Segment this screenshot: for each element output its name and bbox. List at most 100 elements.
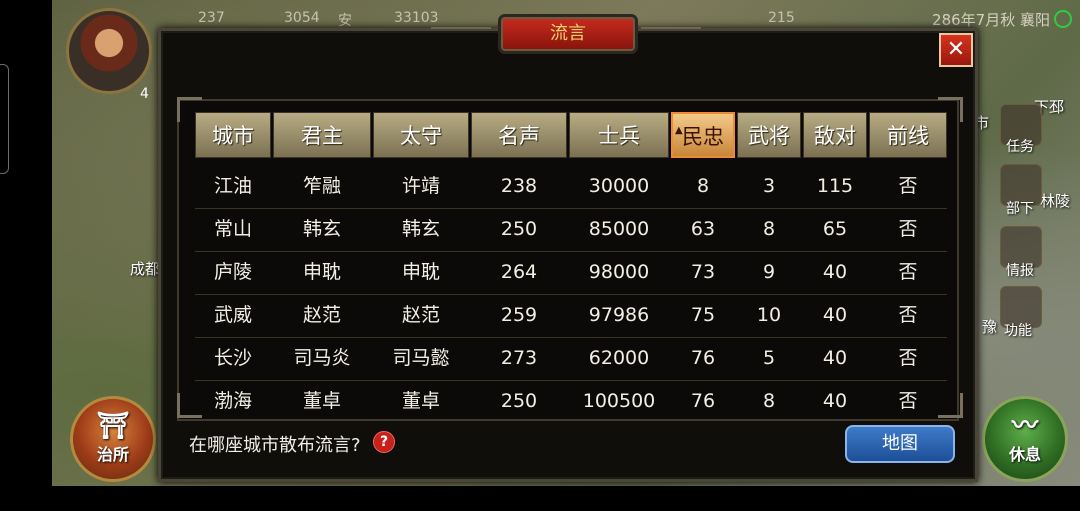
column-header[interactable]: 名声: [471, 112, 567, 158]
close-button[interactable]: ✕: [939, 33, 973, 67]
table-cell: 申耽: [302, 261, 341, 283]
table-cell: 75: [690, 304, 716, 326]
table-cell: 韩玄: [401, 218, 440, 240]
table-cell: 40: [822, 304, 848, 326]
table-cell: 5: [762, 347, 776, 369]
table-cell: 否: [898, 304, 918, 326]
rumor-dialog: 流言 ✕ 城市 君主 太守 名声 士兵 民忠 ▲ 武将 敌对 前线 江油 笮融 许靖 238 30000 8…: [158, 17, 978, 482]
table-cell: 否: [898, 347, 918, 369]
connection-icon: [1054, 10, 1072, 28]
table-cell: 司马炎: [293, 347, 351, 369]
column-header[interactable]: 君主: [273, 112, 371, 158]
table-cell: 赵范: [401, 304, 440, 326]
side-menu-subordinates[interactable]: 部下: [1006, 198, 1034, 218]
table-cell: 250: [500, 390, 538, 411]
table-cell: 许靖: [401, 175, 440, 197]
table-cell: 赵范: [302, 304, 341, 326]
table-row[interactable]: 渤海 董卓 董卓 250 100500 76 8 40 否: [195, 380, 947, 411]
table-cell: 长沙: [213, 347, 252, 369]
table-cell: 庐陵: [213, 261, 252, 283]
governance-button[interactable]: ⛩ 治所: [70, 396, 156, 482]
table-cell: 97986: [588, 304, 650, 326]
table-row[interactable]: 武威 赵范 赵范 259 97986 75 10 40 否: [195, 294, 947, 338]
title-ornament-left: [431, 27, 491, 39]
title-ornament-right: [641, 27, 701, 39]
side-menu-task[interactable]: 任务: [1006, 136, 1034, 156]
table-cell: 申耽: [401, 261, 440, 283]
map-city-label[interactable]: 成都: [130, 258, 160, 279]
table-cell: 否: [898, 175, 918, 197]
sort-arrow-icon: ▲: [675, 125, 683, 136]
column-header[interactable]: 敌对: [803, 112, 867, 158]
column-header[interactable]: 武将: [737, 112, 801, 158]
table-cell: 76: [690, 390, 716, 411]
table-cell: 40: [822, 347, 848, 369]
rumor-question: 在哪座城市散布流言?: [189, 435, 361, 456]
table-cell: 63: [690, 218, 716, 240]
table-cell: 259: [500, 304, 538, 326]
column-header[interactable]: 太守: [373, 112, 469, 158]
table-cell: 115: [816, 175, 854, 197]
map-city-label[interactable]: 林陵: [1040, 190, 1070, 211]
table-cell: 3: [762, 175, 776, 197]
rest-button[interactable]: 〰 休息: [982, 396, 1068, 482]
status-value-4: 33103: [394, 10, 439, 26]
map-button[interactable]: 地图: [845, 425, 955, 463]
side-menu-intel[interactable]: 情报: [1006, 260, 1034, 280]
table-cell: 10: [756, 304, 782, 326]
table-cell: 65: [822, 218, 848, 240]
status-value-1: 237: [198, 10, 225, 26]
game-date: 286年7月秋 襄阳: [932, 11, 1050, 29]
table-cell: 30000: [588, 175, 650, 197]
side-menu-functions[interactable]: 功能: [1004, 320, 1032, 340]
screen-edge: [0, 0, 52, 486]
column-header[interactable]: 士兵: [569, 112, 669, 158]
table-cell: 40: [822, 390, 848, 411]
table-cell: 264: [500, 261, 538, 283]
table-cell: 韩玄: [302, 218, 341, 240]
table-row[interactable]: 江油 笮融 许靖 238 30000 8 3 115 否: [195, 165, 947, 209]
table-cell: 司马懿: [392, 347, 450, 369]
table-cell: 武威: [213, 304, 252, 326]
table-cell: 否: [898, 261, 918, 283]
status-value-2: 3054: [284, 10, 320, 26]
status-value-3: 安: [338, 13, 352, 29]
table-cell: 238: [500, 175, 538, 197]
rest-label: 休息: [1008, 445, 1041, 464]
map-city-label[interactable]: 豫: [982, 316, 997, 337]
table-cell: 85000: [588, 218, 650, 240]
column-header[interactable]: 城市: [195, 112, 271, 158]
table-cell: 常山: [213, 218, 252, 240]
table-row[interactable]: 长沙 司马炎 司马懿 273 62000 76 5 40 否: [195, 337, 947, 381]
palace-icon: ⛩: [96, 411, 130, 441]
table-cell: 董卓: [401, 390, 440, 411]
table-cell: 笮融: [302, 175, 341, 197]
table-cell: 江油: [213, 175, 252, 197]
table-cell: 8: [762, 390, 776, 411]
table-cell: 8: [762, 218, 776, 240]
help-icon[interactable]: ?: [373, 431, 395, 453]
table-cell: 否: [898, 218, 918, 240]
table-cell: 62000: [588, 347, 650, 369]
table-cell: 40: [822, 261, 848, 283]
table-cell: 273: [500, 347, 538, 369]
table-cell: 100500: [582, 390, 656, 411]
table-cell: 9: [762, 261, 776, 283]
side-handle[interactable]: [0, 64, 9, 174]
table-cell: 渤海: [213, 390, 252, 411]
dialog-title: 流言: [501, 17, 635, 51]
column-header[interactable]: 民忠 ▲: [671, 112, 735, 158]
table-cell: 董卓: [302, 390, 341, 411]
table-cell: 250: [500, 218, 538, 240]
table-row[interactable]: 庐陵 申耽 申耽 264 98000 73 9 40 否: [195, 251, 947, 295]
table-cell: 8: [696, 175, 710, 197]
player-avatar[interactable]: [66, 8, 152, 94]
table-cell: 否: [898, 390, 918, 411]
column-header[interactable]: 前线: [869, 112, 947, 158]
table-cell: 98000: [588, 261, 650, 283]
table-row[interactable]: 常山 韩玄 韩玄 250 85000 63 8 65 否: [195, 208, 947, 252]
status-value-5: 215: [768, 10, 795, 26]
governance-label: 治所: [96, 445, 129, 464]
table-cell: 73: [690, 261, 716, 283]
city-table-body[interactable]: 江油 笮融 许靖 238 30000 8 3 115 否常山 韩玄 韩玄 250 85000 63 8 65 否…: [195, 165, 947, 411]
